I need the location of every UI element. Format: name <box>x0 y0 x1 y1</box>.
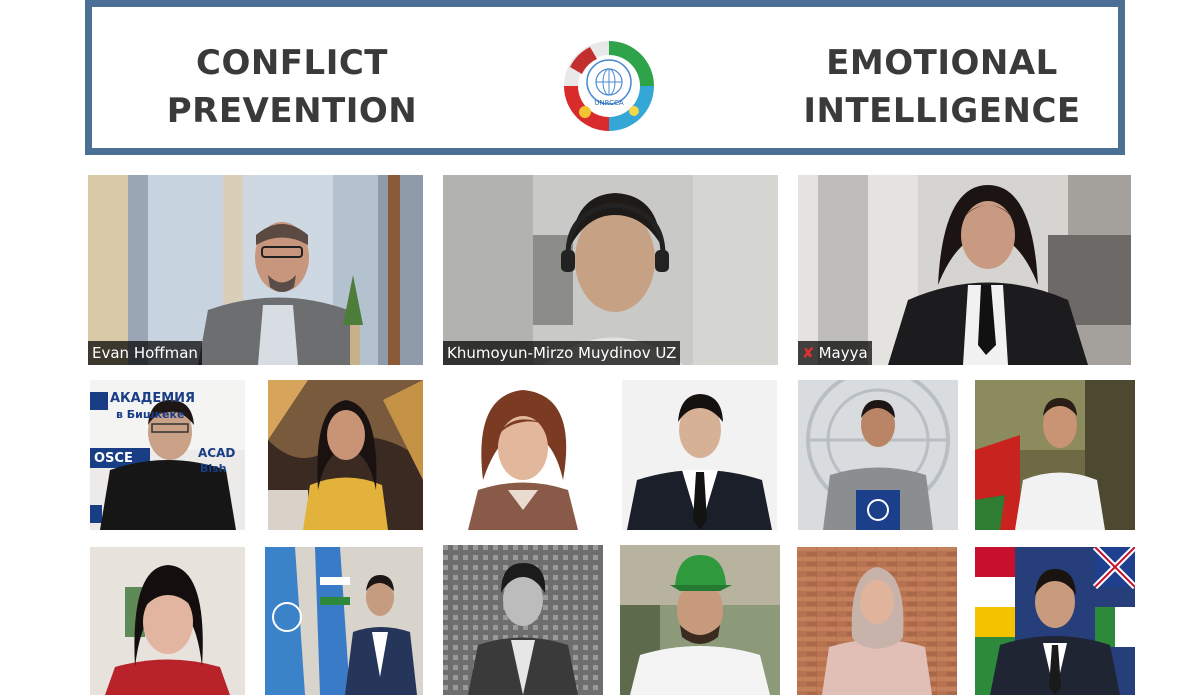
participant-name-label: Evan Hoffman <box>88 341 202 365</box>
photo-image <box>620 545 780 695</box>
photo-image <box>443 380 603 530</box>
sign-text: ACAD <box>198 446 236 460</box>
banner: CONFLICT PREVENTION UNRCCA EMOTIONAL INT… <box>85 0 1125 155</box>
participant-photo <box>622 380 777 530</box>
participant-photo <box>797 547 957 695</box>
participant-photo <box>90 547 245 695</box>
photo-image <box>798 380 958 530</box>
muted-mic-icon: ✘ <box>802 344 815 362</box>
logo-text: UNRCCA <box>594 99 624 107</box>
photo-image <box>265 547 423 695</box>
participant-name: Mayya <box>818 344 868 362</box>
photo-image <box>268 380 423 530</box>
photo-image <box>975 547 1135 695</box>
participant-photo: АКАДЕМИЯ в Бишкеке OSCE ACAD Bish <box>90 380 245 530</box>
sign-text: OSCE <box>94 451 133 466</box>
participant-photo <box>620 545 780 695</box>
photo-image <box>975 380 1135 530</box>
video-tile-khumoyun[interactable]: Khumoyun-Mirzo Muydinov UZ <box>443 175 778 365</box>
participant-photo <box>798 380 958 530</box>
photo-image <box>797 547 957 695</box>
participant-photo <box>975 547 1135 695</box>
logo-icon <box>562 39 656 133</box>
participant-photo <box>975 380 1135 530</box>
photo-image <box>443 545 603 695</box>
photo-image <box>90 547 245 695</box>
title-emotional-intelligence: EMOTIONAL INTELLIGENCE <box>803 43 1081 131</box>
title-conflict-prevention: CONFLICT PREVENTION <box>166 43 418 131</box>
video-tile-mayya[interactable]: ✘ Mayya <box>798 175 1131 365</box>
unrcca-logo: UNRCCA <box>560 37 658 135</box>
participant-photo <box>443 380 603 530</box>
sign-text: АКАДЕМИЯ <box>110 391 196 406</box>
participant-name-label: ✘ Mayya <box>798 341 872 365</box>
sign-text: Bish <box>200 462 227 475</box>
participant-video <box>88 175 423 365</box>
participant-video <box>798 175 1131 365</box>
video-tile-evan-hoffman[interactable]: Evan Hoffman <box>88 175 423 365</box>
participant-photo <box>265 547 423 695</box>
sign-text: в Бишкеке <box>116 408 185 421</box>
participant-photo <box>443 545 603 695</box>
participant-photo <box>268 380 423 530</box>
participant-name-label: Khumoyun-Mirzo Muydinov UZ <box>443 341 681 365</box>
participant-video <box>443 175 778 365</box>
photo-image <box>622 380 777 530</box>
